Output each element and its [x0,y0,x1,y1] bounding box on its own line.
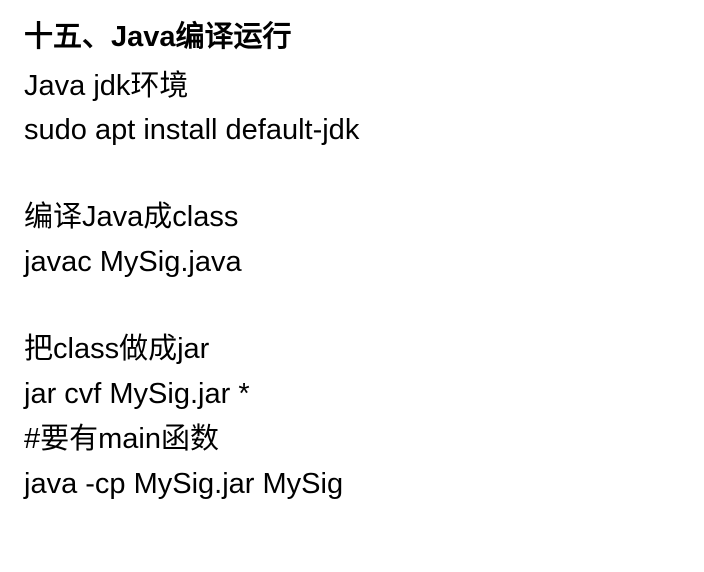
command-line: javac MySig.java [24,240,680,285]
command-line: jar cvf MySig.jar * [24,372,680,417]
text-line: 把class做成jar [24,327,680,372]
comment-line: #要有main函数 [24,417,680,462]
command-line: java -cp MySig.jar MySig [24,462,680,507]
text-line: 编译Java成class [24,195,680,240]
blank-line [24,285,680,327]
section-heading: 十五、Java编译运行 [24,16,680,60]
text-line: Java jdk环境 [24,64,680,109]
blank-line [24,153,680,195]
command-line: sudo apt install default-jdk [24,108,680,153]
